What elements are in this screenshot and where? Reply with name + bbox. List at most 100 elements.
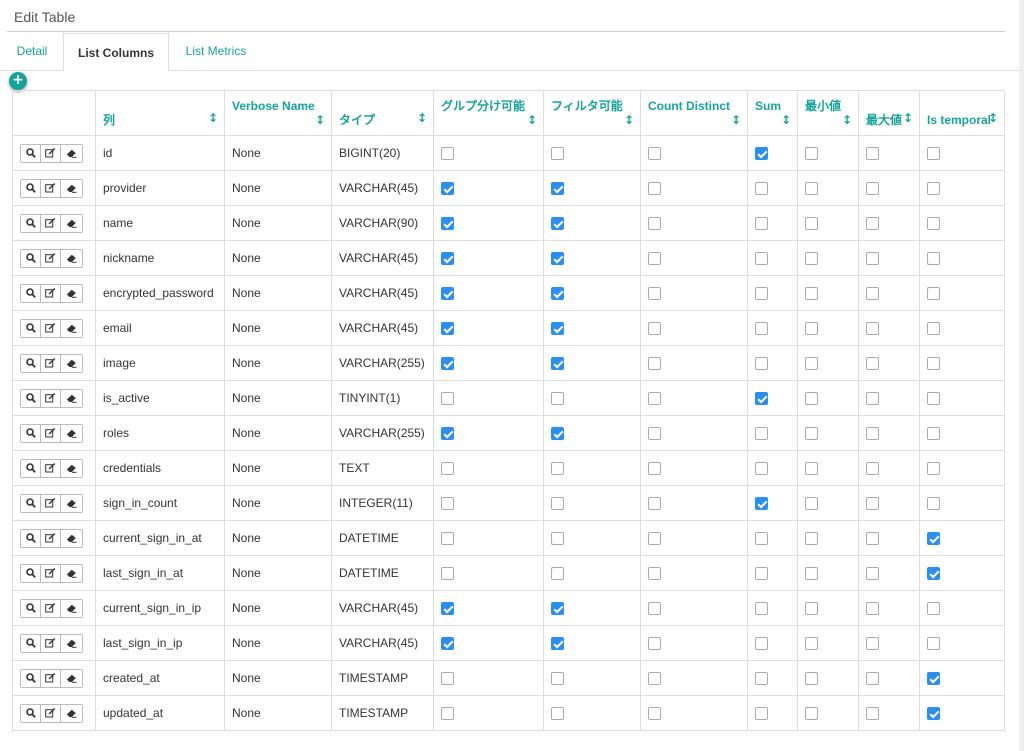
count-distinct-checkbox[interactable] <box>648 637 661 651</box>
temporal-checkbox[interactable] <box>927 602 940 616</box>
edit-button[interactable] <box>41 214 61 232</box>
max-checkbox[interactable] <box>866 462 879 476</box>
groupby-checkbox[interactable] <box>441 392 454 406</box>
count-distinct-checkbox[interactable] <box>648 182 661 196</box>
edit-button[interactable] <box>41 564 61 582</box>
max-checkbox[interactable] <box>866 602 879 616</box>
filterable-checkbox[interactable] <box>551 252 564 266</box>
search-button[interactable] <box>21 319 41 337</box>
header-max[interactable]: 最大値 ↕ <box>858 90 920 136</box>
max-checkbox[interactable] <box>866 392 879 406</box>
eraser-button[interactable] <box>61 319 82 337</box>
min-checkbox[interactable] <box>805 217 818 231</box>
sort-icon[interactable]: ↕ <box>731 113 741 127</box>
filterable-checkbox[interactable] <box>551 392 564 406</box>
search-button[interactable] <box>21 214 41 232</box>
eraser-button[interactable] <box>61 669 82 687</box>
min-checkbox[interactable] <box>805 427 818 441</box>
edit-button[interactable] <box>41 599 61 617</box>
search-button[interactable] <box>21 494 41 512</box>
groupby-checkbox[interactable] <box>441 672 454 686</box>
header-is-temporal[interactable]: Is temporal ↕ <box>919 90 1005 136</box>
eraser-button[interactable] <box>61 179 82 197</box>
search-button[interactable] <box>21 424 41 442</box>
sum-checkbox[interactable] <box>755 182 768 196</box>
sum-checkbox[interactable] <box>755 287 768 301</box>
eraser-button[interactable] <box>61 249 82 267</box>
header-sum[interactable]: Sum ↕ <box>747 90 798 136</box>
header-column-name[interactable]: 列 ↕ <box>95 90 225 136</box>
filterable-checkbox[interactable] <box>551 147 564 161</box>
filterable-checkbox[interactable] <box>551 217 564 231</box>
edit-button[interactable] <box>41 424 61 442</box>
sort-icon[interactable]: ↕ <box>527 113 537 127</box>
temporal-checkbox[interactable] <box>927 217 940 231</box>
max-checkbox[interactable] <box>866 147 879 161</box>
groupby-checkbox[interactable] <box>441 287 454 301</box>
groupby-checkbox[interactable] <box>441 322 454 336</box>
sum-checkbox[interactable] <box>755 707 768 721</box>
count-distinct-checkbox[interactable] <box>648 287 661 301</box>
sum-checkbox[interactable] <box>755 357 768 371</box>
sort-icon[interactable]: ↕ <box>315 113 325 127</box>
min-checkbox[interactable] <box>805 322 818 336</box>
eraser-button[interactable] <box>61 354 82 372</box>
max-checkbox[interactable] <box>866 497 879 511</box>
filterable-checkbox[interactable] <box>551 427 564 441</box>
filterable-checkbox[interactable] <box>551 322 564 336</box>
edit-button[interactable] <box>41 529 61 547</box>
temporal-checkbox[interactable] <box>927 462 940 476</box>
sort-icon[interactable]: ↕ <box>842 113 852 127</box>
min-checkbox[interactable] <box>805 392 818 406</box>
temporal-checkbox[interactable] <box>927 497 940 511</box>
sum-checkbox[interactable] <box>755 322 768 336</box>
max-checkbox[interactable] <box>866 252 879 266</box>
temporal-checkbox[interactable] <box>927 392 940 406</box>
header-count-distinct[interactable]: Count Distinct ↕ <box>640 90 748 136</box>
max-checkbox[interactable] <box>866 672 879 686</box>
eraser-button[interactable] <box>61 529 82 547</box>
header-verbose-name[interactable]: Verbose Name ↕ <box>224 90 332 136</box>
sum-checkbox[interactable] <box>755 672 768 686</box>
sort-icon[interactable]: ↕ <box>208 111 218 125</box>
sum-checkbox[interactable] <box>755 532 768 546</box>
edit-button[interactable] <box>41 494 61 512</box>
min-checkbox[interactable] <box>805 672 818 686</box>
header-min[interactable]: 最小値 ↕ <box>797 90 859 136</box>
max-checkbox[interactable] <box>866 567 879 581</box>
filterable-checkbox[interactable] <box>551 602 564 616</box>
sum-checkbox[interactable] <box>755 602 768 616</box>
edit-button[interactable] <box>41 249 61 267</box>
search-button[interactable] <box>21 669 41 687</box>
max-checkbox[interactable] <box>866 217 879 231</box>
min-checkbox[interactable] <box>805 567 818 581</box>
temporal-checkbox[interactable] <box>927 567 940 581</box>
edit-button[interactable] <box>41 704 61 722</box>
groupby-checkbox[interactable] <box>441 427 454 441</box>
min-checkbox[interactable] <box>805 287 818 301</box>
eraser-button[interactable] <box>61 144 82 162</box>
groupby-checkbox[interactable] <box>441 462 454 476</box>
min-checkbox[interactable] <box>805 602 818 616</box>
temporal-checkbox[interactable] <box>927 427 940 441</box>
search-button[interactable] <box>21 284 41 302</box>
groupby-checkbox[interactable] <box>441 567 454 581</box>
groupby-checkbox[interactable] <box>441 357 454 371</box>
eraser-button[interactable] <box>61 459 82 477</box>
count-distinct-checkbox[interactable] <box>648 672 661 686</box>
temporal-checkbox[interactable] <box>927 637 940 651</box>
count-distinct-checkbox[interactable] <box>648 147 661 161</box>
max-checkbox[interactable] <box>866 637 879 651</box>
filterable-checkbox[interactable] <box>551 182 564 196</box>
search-button[interactable] <box>21 389 41 407</box>
min-checkbox[interactable] <box>805 357 818 371</box>
count-distinct-checkbox[interactable] <box>648 392 661 406</box>
temporal-checkbox[interactable] <box>927 672 940 686</box>
max-checkbox[interactable] <box>866 357 879 371</box>
temporal-checkbox[interactable] <box>927 532 940 546</box>
sum-checkbox[interactable] <box>755 427 768 441</box>
min-checkbox[interactable] <box>805 182 818 196</box>
sort-icon[interactable]: ↕ <box>988 111 998 125</box>
filterable-checkbox[interactable] <box>551 462 564 476</box>
count-distinct-checkbox[interactable] <box>648 602 661 616</box>
